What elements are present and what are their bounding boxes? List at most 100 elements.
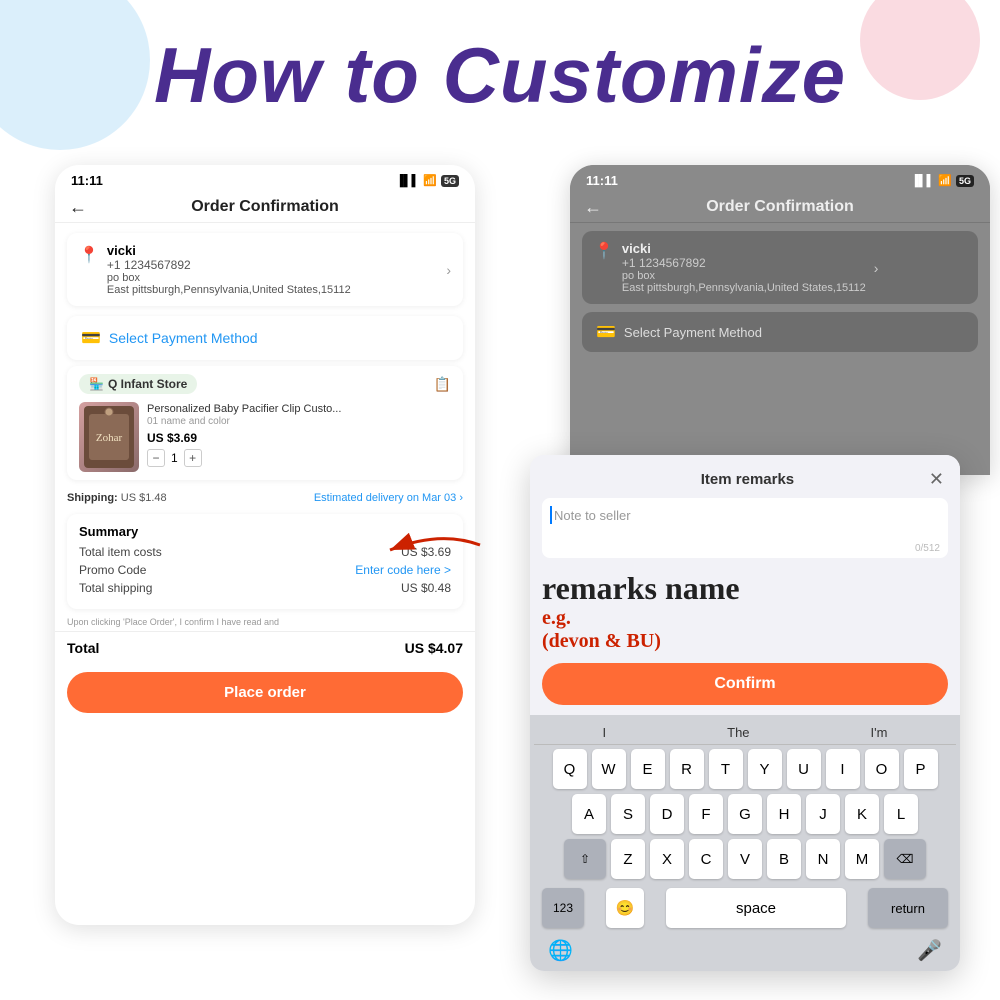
status-icons-right: ▐▌▌ 📶 5G [911, 174, 974, 187]
address-name-right: vicki [622, 241, 866, 256]
key-i[interactable]: I [826, 749, 860, 789]
status-bar-left: 11:11 ▐▌▌ 📶 5G [55, 165, 475, 192]
product-price: US $3.69 [147, 431, 451, 445]
eg-text: e.g. [542, 607, 571, 629]
page-title-right: Order Confirmation [706, 198, 854, 216]
key-g[interactable]: G [728, 794, 762, 834]
total-row: Total US $4.07 [55, 631, 475, 664]
key-h[interactable]: H [767, 794, 801, 834]
nav-bar-left: ← Order Confirmation [55, 192, 475, 223]
product-variant: 01 name and color [147, 416, 451, 427]
address-phone: +1 1234567892 [107, 258, 438, 272]
total-label: Total [67, 640, 99, 656]
keyboard-row-2: A S D F G H J K L [534, 794, 956, 834]
key-y[interactable]: Y [748, 749, 782, 789]
shipping-price: US $1.48 [121, 492, 167, 504]
key-shift[interactable]: ⇧ [564, 839, 606, 879]
key-r[interactable]: R [670, 749, 704, 789]
payment-card-left[interactable]: 💳 Select Payment Method [67, 316, 463, 360]
address-city-right: East pittsburgh,Pennsylvania,United Stat… [622, 282, 866, 294]
modal-textarea-area: Note to seller 0/512 [542, 498, 948, 558]
key-p[interactable]: P [904, 749, 938, 789]
globe-icon[interactable]: 🌐 [548, 938, 573, 963]
char-count: 0/512 [915, 543, 940, 554]
shipping-row: Shipping: US $1.48 Estimated delivery on… [55, 486, 475, 510]
key-v[interactable]: V [728, 839, 762, 879]
address-card-left[interactable]: 📍 vicki +1 1234567892 po box East pittsb… [67, 233, 463, 306]
address-po: po box [107, 272, 438, 284]
address-info-left: vicki +1 1234567892 po box East pittsbur… [107, 243, 438, 296]
payment-label-left: Select Payment Method [109, 330, 258, 346]
place-order-button[interactable]: Place order [67, 672, 463, 713]
remarks-name-text: remarks name [542, 570, 948, 607]
back-button-right[interactable]: ← [584, 197, 602, 218]
store-header: 🏪 Q Infant Store 📋 [79, 374, 451, 394]
location-icon-left: 📍 [79, 245, 99, 265]
key-z[interactable]: Z [611, 839, 645, 879]
key-123[interactable]: 123 [542, 888, 584, 928]
key-s[interactable]: S [611, 794, 645, 834]
mic-icon[interactable]: 🎤 [917, 938, 942, 963]
payment-card-right[interactable]: 💳 Select Payment Method [582, 312, 978, 352]
address-card-right[interactable]: 📍 vicki +1 1234567892 po box East pittsb… [582, 231, 978, 304]
suggestion-i[interactable]: I [603, 725, 607, 740]
qty-number: 1 [171, 451, 178, 465]
back-button-left[interactable]: ← [69, 197, 87, 218]
address-name: vicki [107, 243, 438, 258]
key-return[interactable]: return [868, 888, 948, 928]
address-chevron: › [446, 262, 451, 278]
eg-value: (devon & BU) [542, 630, 661, 652]
total-shipping-value: US $0.48 [401, 581, 451, 595]
store-name-pill[interactable]: 🏪 Q Infant Store [79, 374, 197, 394]
key-delete[interactable]: ⌫ [884, 839, 926, 879]
key-a[interactable]: A [572, 794, 606, 834]
key-l[interactable]: L [884, 794, 918, 834]
shipping-label: Shipping: [67, 492, 118, 504]
key-j[interactable]: J [806, 794, 840, 834]
keyboard-row-3: ⇧ Z X C V B N M ⌫ [534, 839, 956, 879]
key-q[interactable]: Q [553, 749, 587, 789]
signal-icon-left: ▐▌▌ [396, 175, 419, 187]
key-b[interactable]: B [767, 839, 801, 879]
item-remarks-modal: Item remarks ✕ Note to seller 0/512 rema… [530, 455, 960, 971]
key-m[interactable]: M [845, 839, 879, 879]
address-city: East pittsburgh,Pennsylvania,United Stat… [107, 284, 438, 296]
key-k[interactable]: K [845, 794, 879, 834]
page-title-left: Order Confirmation [191, 198, 339, 216]
key-w[interactable]: W [592, 749, 626, 789]
qty-minus-btn[interactable]: − [147, 449, 165, 467]
key-o[interactable]: O [865, 749, 899, 789]
key-d[interactable]: D [650, 794, 684, 834]
key-e[interactable]: E [631, 749, 665, 789]
wifi-icon-right: 📶 [938, 174, 952, 187]
suggestion-the[interactable]: The [727, 725, 749, 740]
payment-icon-right: 💳 [596, 322, 616, 342]
key-emoji[interactable]: 😊 [606, 888, 644, 928]
svg-text:Zohar: Zohar [96, 432, 123, 444]
modal-header: Item remarks ✕ [530, 455, 960, 498]
address-chevron-right: › [874, 260, 879, 276]
key-space[interactable]: space [666, 888, 846, 928]
modal-close-button[interactable]: ✕ [929, 469, 944, 490]
key-u[interactable]: U [787, 749, 821, 789]
keyboard-bottom-row: 123 😊 space return [534, 884, 956, 932]
time-right: 11:11 [586, 173, 618, 188]
total-shipping-label: Total shipping [79, 581, 152, 595]
time-left: 11:11 [71, 173, 103, 188]
key-f[interactable]: F [689, 794, 723, 834]
suggestion-im[interactable]: I'm [871, 725, 888, 740]
key-n[interactable]: N [806, 839, 840, 879]
key-c[interactable]: C [689, 839, 723, 879]
confirm-button[interactable]: Confirm [542, 663, 948, 705]
total-value: US $4.07 [405, 640, 463, 656]
store-section: 🏪 Q Infant Store 📋 Zohar Personalized Ba… [67, 366, 463, 480]
note-to-seller-placeholder[interactable]: Note to seller [554, 508, 631, 523]
payment-icon-left: 💳 [81, 328, 101, 348]
store-icon: 🏪 [89, 377, 104, 391]
key-x[interactable]: X [650, 839, 684, 879]
shipping-delivery[interactable]: Estimated delivery on Mar 03 › [314, 492, 463, 504]
qty-plus-btn[interactable]: + [184, 449, 202, 467]
product-row: Zohar Personalized Baby Pacifier Clip Cu… [79, 402, 451, 472]
store-edit-icon[interactable]: 📋 [434, 376, 451, 393]
key-t[interactable]: T [709, 749, 743, 789]
